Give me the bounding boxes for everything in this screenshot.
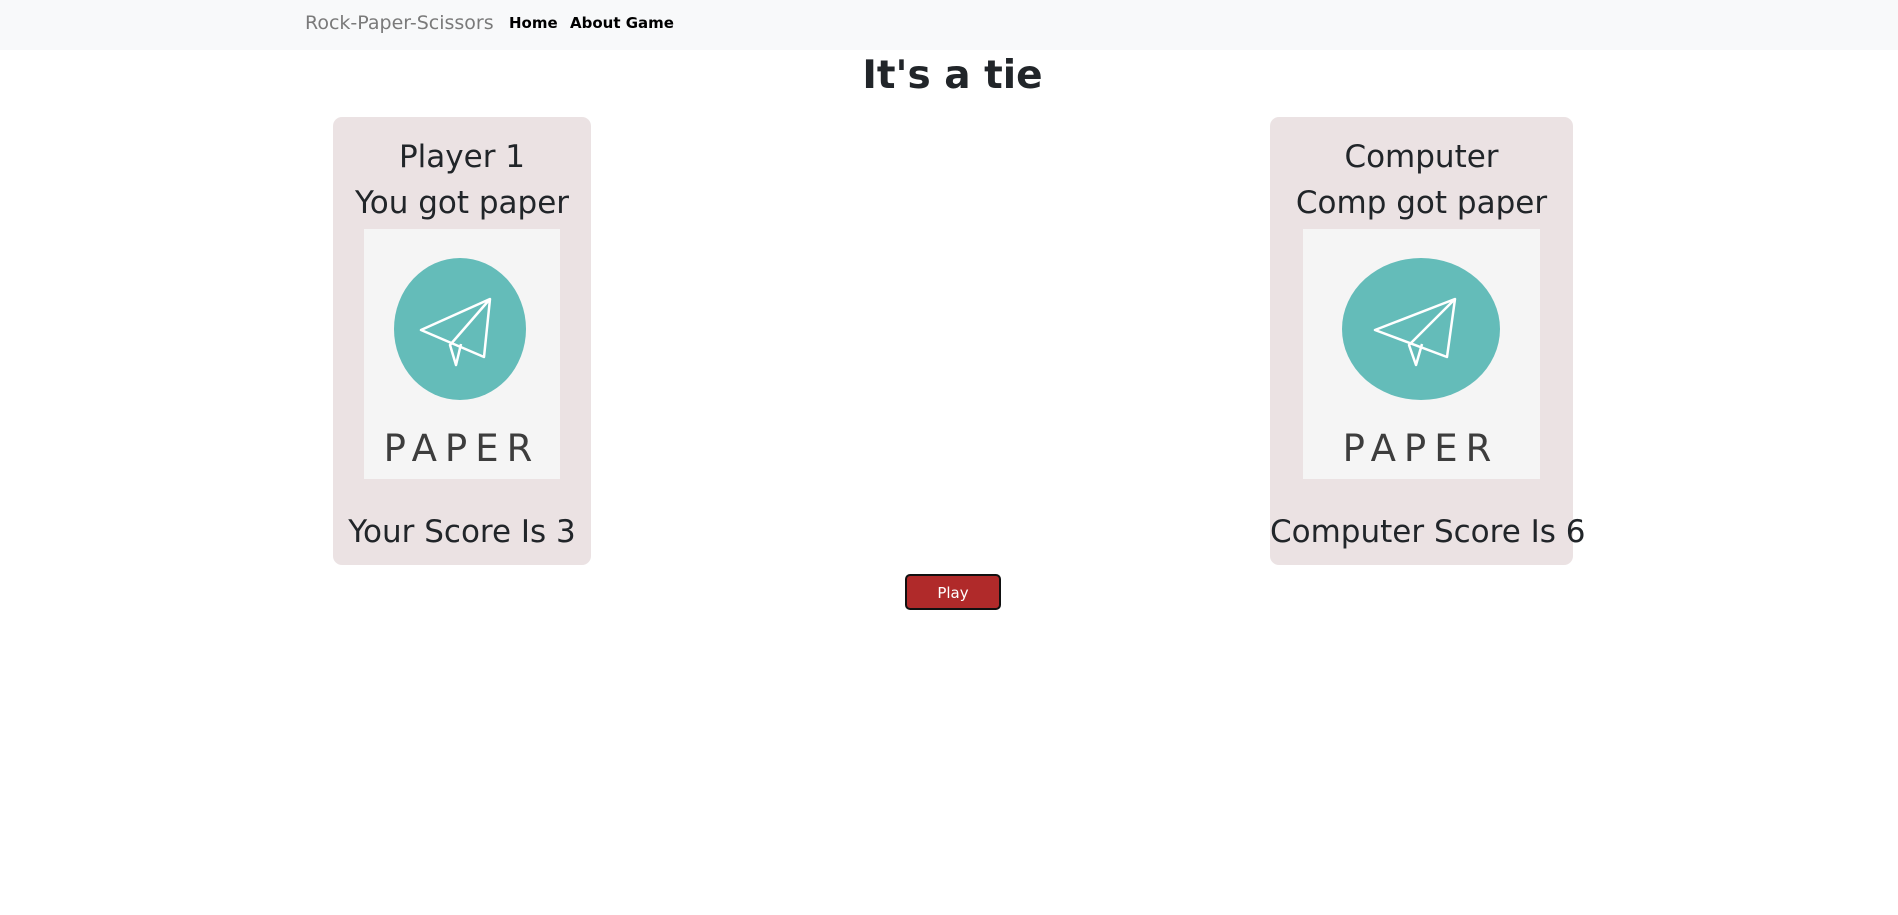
computer-image-label: PAPER bbox=[1343, 427, 1500, 470]
nav-link-home[interactable]: Home bbox=[509, 13, 558, 33]
nav-link-about-game[interactable]: About Game bbox=[570, 13, 674, 33]
computer-choice-text: Comp got paper bbox=[1295, 185, 1548, 221]
player-choice-image: PAPER bbox=[364, 229, 560, 479]
play-game-button[interactable]: Play Game bbox=[905, 574, 1001, 634]
navbar-brand[interactable]: Rock-Paper-Scissors bbox=[305, 12, 494, 34]
player-choice-text: You got paper bbox=[354, 185, 570, 221]
player-card: Player 1 You got paper PAPER Your Score … bbox=[333, 117, 591, 565]
player-score: Your Score Is 3 bbox=[348, 514, 576, 550]
paper-airplane-icon: PAPER bbox=[1342, 258, 1500, 470]
top-navbar: Rock-Paper-Scissors Home About Game bbox=[0, 0, 1898, 50]
computer-title: Computer bbox=[1344, 139, 1499, 175]
computer-choice-image: PAPER bbox=[1303, 229, 1540, 479]
computer-card: Computer Comp got paper PAPER Computer S… bbox=[1270, 117, 1586, 565]
round-result-heading: It's a tie bbox=[862, 53, 1043, 98]
player-image-label: PAPER bbox=[384, 427, 541, 470]
paper-airplane-icon: PAPER bbox=[384, 258, 541, 470]
player-title: Player 1 bbox=[398, 139, 526, 175]
computer-score: Computer Score Is 6 bbox=[1270, 514, 1586, 550]
